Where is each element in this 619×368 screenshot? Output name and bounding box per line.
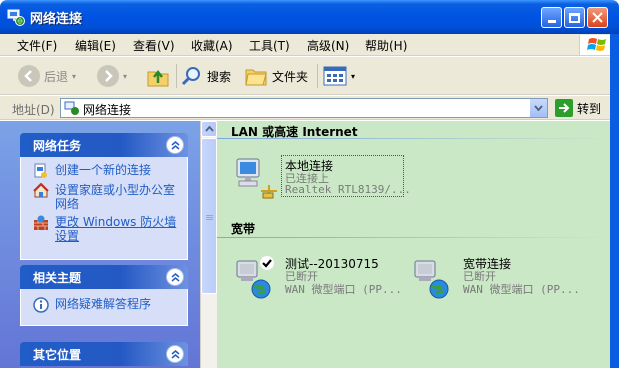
forward-button[interactable]: ▾	[97, 63, 127, 89]
address-bar: 地址(D) 网络连接 转到	[0, 96, 619, 120]
address-value: 网络连接	[83, 103, 132, 117]
go-arrow-icon	[555, 99, 573, 117]
menu-help[interactable]: 帮助(H)	[365, 37, 407, 54]
vertical-scrollbar[interactable]	[200, 121, 217, 368]
lan-connection-icon	[236, 158, 277, 199]
broadband-connection-icon	[414, 260, 449, 299]
task-create-connection[interactable]: 创建一个新的连接	[33, 163, 181, 179]
maximize-icon	[569, 12, 580, 23]
scroll-thumb[interactable]	[201, 138, 217, 294]
forward-dropdown-icon[interactable]: ▾	[123, 72, 127, 81]
back-label: 后退	[44, 69, 69, 84]
menu-advanced[interactable]: 高级(N)	[307, 37, 349, 54]
address-input[interactable]: 网络连接	[60, 98, 548, 118]
connection-device: WAN 微型端口 (PP...	[463, 283, 580, 296]
search-icon	[181, 67, 200, 86]
other-places-header[interactable]: 其它位置	[20, 342, 188, 366]
info-icon	[33, 297, 49, 313]
chevron-down-icon	[534, 105, 543, 111]
panel-title: 其它位置	[33, 348, 82, 362]
menu-edit[interactable]: 编辑(E)	[75, 37, 116, 54]
window-title: 网络连接	[30, 12, 83, 27]
back-button[interactable]: 后退 ▾	[18, 63, 76, 89]
task-network-troubleshooter[interactable]: 网络疑难解答程序	[33, 297, 181, 313]
task-pane: 网络任务 创建一个新的连接 设置家庭或小型办公室网络 更改 Windows 防火…	[0, 121, 200, 368]
group-divider	[217, 237, 610, 238]
scroll-up-button[interactable]	[201, 121, 217, 137]
up-folder-icon	[147, 69, 169, 87]
connection-device: WAN 微型端口 (PP...	[285, 283, 402, 296]
connection-device: Realtek RTL8139/...	[285, 183, 411, 196]
address-label: 地址(D)	[12, 103, 55, 117]
connection-broadband[interactable]: 宽带连接 已断开 WAN 微型端口 (PP...	[411, 255, 591, 299]
close-icon	[592, 12, 603, 23]
related-topics-body: 网络疑难解答程序	[20, 289, 188, 326]
grip-icon	[206, 215, 213, 221]
firewall-icon	[34, 215, 48, 230]
search-button[interactable]: 搜索	[181, 63, 231, 89]
forward-arrow-icon	[97, 65, 119, 87]
connections-view: LAN 或高速 Internet 本地连接 已连接上 Realtek RTL81…	[217, 121, 610, 368]
collapse-icon[interactable]	[166, 136, 184, 154]
views-dropdown-icon: ▾	[351, 71, 356, 81]
task-home-network[interactable]: 设置家庭或小型办公室网络	[33, 183, 181, 211]
panel-title: 相关主题	[33, 271, 82, 285]
go-button[interactable]: 转到	[555, 99, 601, 117]
network-tasks-body: 创建一个新的连接 设置家庭或小型办公室网络 更改 Windows 防火墙设置	[20, 157, 188, 260]
connection-local-area[interactable]: 本地连接 已连接上 Realtek RTL8139/...	[233, 155, 423, 201]
network-tasks-header[interactable]: 网络任务	[20, 133, 188, 157]
maximize-button[interactable]	[564, 7, 585, 28]
folders-label: 文件夹	[272, 69, 309, 84]
menu-bar: 文件(F) 编辑(E) 查看(V) 收藏(A) 工具(T) 高级(N) 帮助(H…	[0, 34, 619, 56]
collapse-icon[interactable]	[166, 268, 184, 286]
collapse-icon[interactable]	[166, 345, 184, 363]
views-icon	[323, 66, 347, 86]
windows-flag-icon	[587, 38, 606, 51]
menu-favorites[interactable]: 收藏(A)	[191, 37, 233, 54]
other-places-panel: 其它位置	[20, 342, 188, 366]
minimize-button[interactable]	[541, 7, 562, 28]
task-firewall-settings[interactable]: 更改 Windows 防火墙设置	[33, 215, 181, 243]
address-dropdown-button[interactable]	[530, 99, 547, 117]
back-dropdown-icon[interactable]: ▾	[72, 72, 76, 81]
connection-test[interactable]: 测试--20130715 已断开 WAN 微型端口 (PP...	[233, 255, 408, 299]
menu-tools[interactable]: 工具(T)	[249, 37, 290, 54]
close-button[interactable]	[587, 7, 608, 28]
back-arrow-icon	[18, 65, 40, 87]
title-bar[interactable]: 网络连接	[0, 0, 619, 34]
chevron-up-icon	[204, 126, 214, 132]
related-topics-panel: 相关主题 网络疑难解答程序	[20, 265, 188, 326]
folders-icon	[245, 69, 267, 86]
broadband-connection-icon	[236, 256, 274, 299]
related-topics-header[interactable]: 相关主题	[20, 265, 188, 289]
minimize-icon	[547, 20, 556, 23]
network-tasks-panel: 网络任务 创建一个新的连接 设置家庭或小型办公室网络 更改 Windows 防火…	[20, 133, 188, 260]
toolbar: 后退 ▾ ▾ 搜索 文件夹 ▾	[0, 57, 619, 95]
menu-file[interactable]: 文件(F)	[17, 37, 57, 54]
up-folder-button[interactable]	[146, 63, 170, 89]
new-connection-icon	[34, 163, 47, 178]
go-label: 转到	[577, 101, 602, 116]
network-connections-icon	[7, 9, 25, 26]
folders-button[interactable]: 文件夹	[244, 63, 308, 89]
window-border	[610, 34, 619, 368]
network-connections-icon	[64, 101, 79, 115]
panel-title: 网络任务	[33, 139, 82, 153]
menu-view[interactable]: 查看(V)	[133, 37, 175, 54]
views-button[interactable]: ▾	[323, 63, 355, 89]
home-network-icon	[33, 183, 49, 198]
search-label: 搜索	[207, 69, 232, 84]
group-divider	[217, 138, 610, 139]
group-header-broadband: 宽带	[231, 222, 256, 236]
